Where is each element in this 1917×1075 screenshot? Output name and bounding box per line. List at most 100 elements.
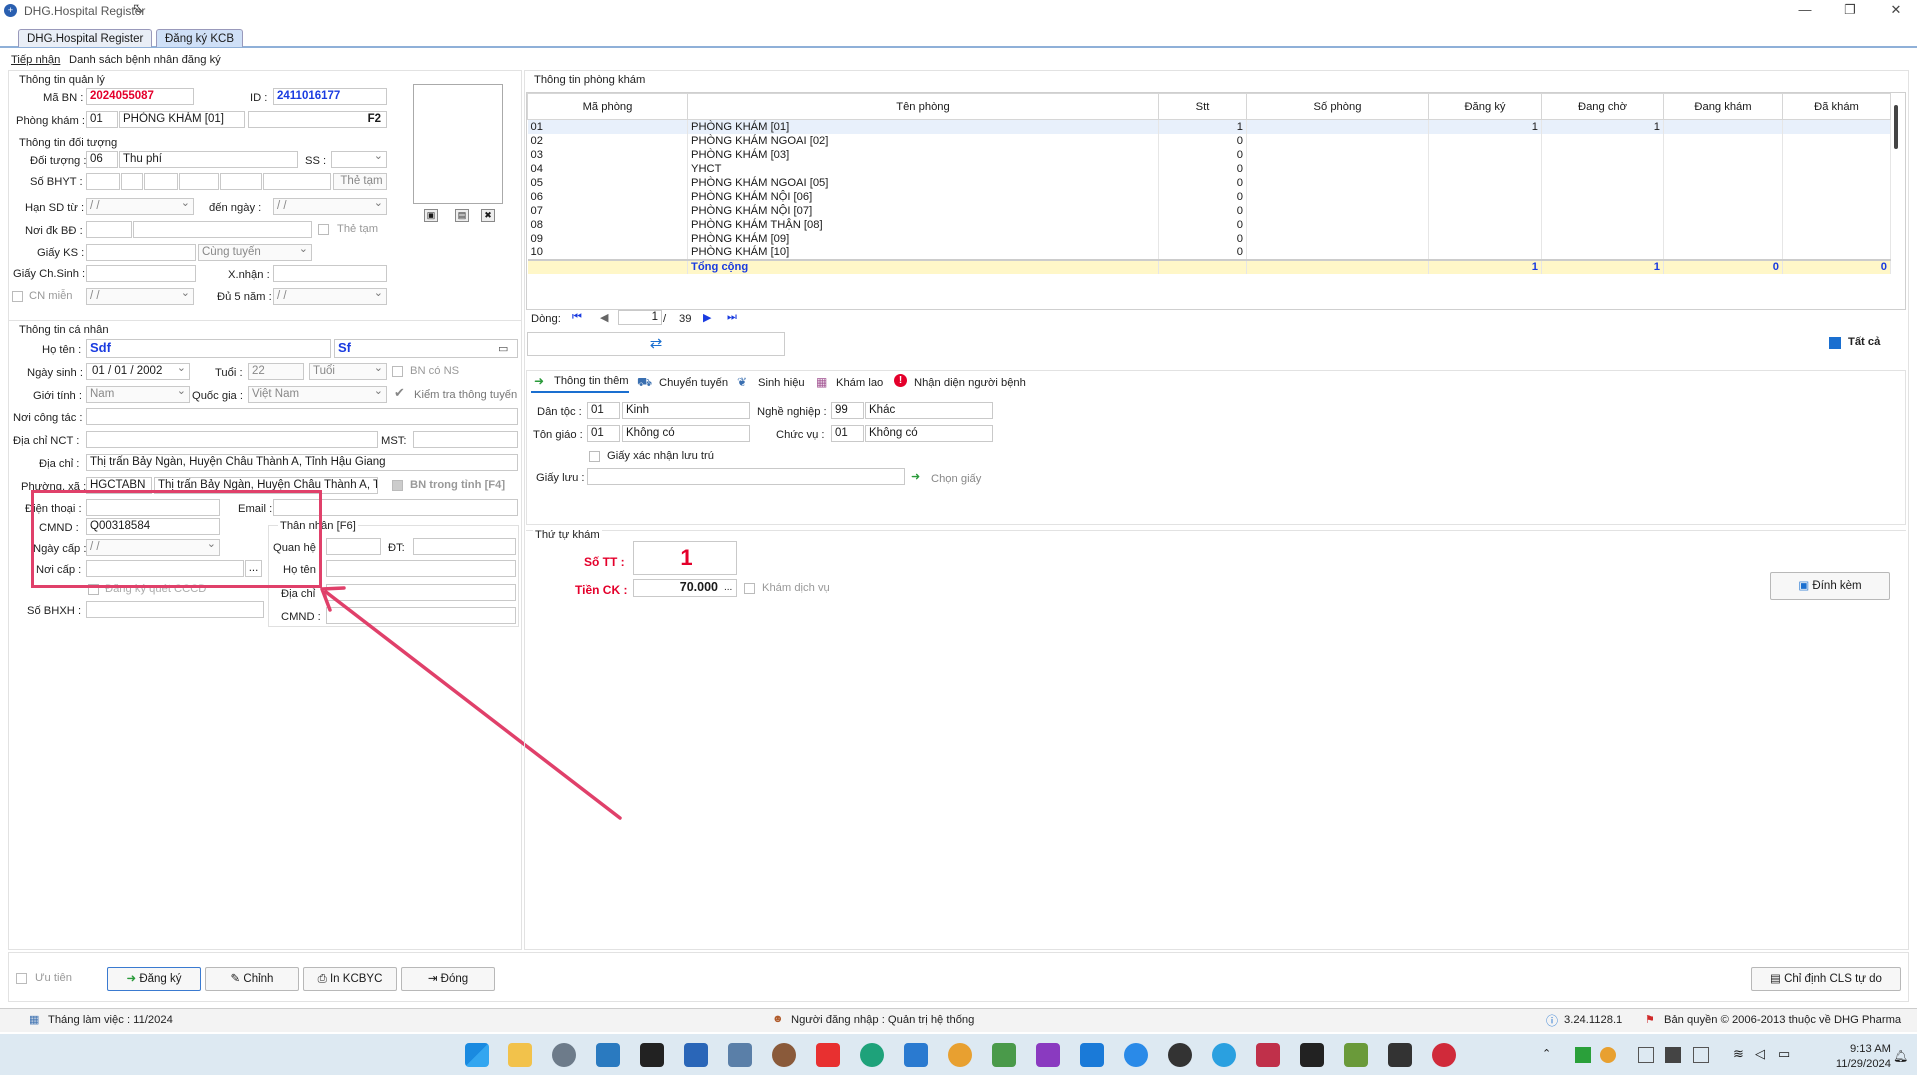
- notepad-icon[interactable]: [992, 1043, 1016, 1067]
- chuc-vu-code-field[interactable]: 01: [831, 425, 864, 442]
- han-sd-from-field[interactable]: / /: [86, 198, 194, 215]
- tray-battery-icon[interactable]: [1665, 1047, 1681, 1063]
- tray-lang-icon[interactable]: [1638, 1047, 1654, 1063]
- so-bhxh-field[interactable]: [86, 601, 264, 618]
- clock-date[interactable]: 11/29/2024: [1821, 1058, 1891, 1070]
- app-s-icon[interactable]: [904, 1043, 928, 1067]
- app-r-icon[interactable]: [1300, 1043, 1324, 1067]
- f2-room-field[interactable]: F2: [248, 111, 387, 128]
- app-red-icon[interactable]: [816, 1043, 840, 1067]
- table-row[interactable]: 04 YHCT 0: [527, 161, 1891, 176]
- table-row[interactable]: 01 PHÒNG KHÁM [01] 1 1 1: [527, 119, 1891, 134]
- search-app-icon[interactable]: [596, 1043, 620, 1067]
- powershell-icon[interactable]: [684, 1043, 708, 1067]
- tien-ck-field[interactable]: 70.000: [633, 579, 737, 597]
- in-kcbyc-button[interactable]: ⎙ In KCBYC: [303, 967, 397, 991]
- chatgpt-icon[interactable]: [1168, 1043, 1192, 1067]
- ma-bn-field[interactable]: 2024055087: [86, 88, 194, 105]
- settings-icon[interactable]: [552, 1043, 576, 1067]
- photo-capture-icon[interactable]: ▣: [424, 209, 438, 222]
- noi-dk-name-field[interactable]: [133, 221, 312, 238]
- keyboard-icon[interactable]: ▭: [498, 342, 508, 355]
- bhyt-part5[interactable]: [220, 173, 262, 190]
- photo-delete-icon[interactable]: ✖: [481, 209, 495, 222]
- ngay-sinh-field[interactable]: 01 / 01 / 2002: [86, 363, 190, 380]
- hospital-app-icon[interactable]: [1432, 1043, 1456, 1067]
- clock-time[interactable]: 9:13 AM: [1837, 1043, 1891, 1055]
- col-stt[interactable]: Stt: [1158, 93, 1247, 120]
- windows-start-icon[interactable]: [465, 1043, 489, 1067]
- chi-dinh-cls-button[interactable]: ▤ Chỉ định CLS tự do: [1751, 967, 1901, 991]
- tab-thong-tin-them[interactable]: Thông tin thêm: [554, 375, 629, 387]
- minimize-button[interactable]: —: [1791, 2, 1819, 20]
- col-ten-phong[interactable]: Tên phòng: [687, 93, 1159, 120]
- nav-prev-icon[interactable]: ◀: [600, 311, 608, 324]
- tab-hospital-register[interactable]: DHG.Hospital Register: [18, 29, 153, 47]
- doi-tuong-code-field[interactable]: 06: [86, 151, 118, 168]
- table-row[interactable]: 10 PHÒNG KHÁM [10] 0: [527, 245, 1891, 260]
- table-row[interactable]: 02 PHÒNG KHÁM NGOAI [02] 0: [527, 133, 1891, 148]
- giay-luu-field[interactable]: [587, 468, 905, 485]
- refresh-button[interactable]: ⇄: [527, 332, 785, 356]
- chon-giay-button[interactable]: Chọn giấy: [931, 473, 981, 485]
- kiem-tra-button[interactable]: Kiểm tra thông tuyến: [414, 389, 517, 401]
- edge-icon[interactable]: [860, 1043, 884, 1067]
- col-dang-cho[interactable]: Đang chờ: [1541, 93, 1664, 120]
- chinh-button[interactable]: ✎ Chỉnh: [205, 967, 299, 991]
- tab-nhan-dien[interactable]: Nhận diện người bệnh: [914, 377, 1026, 389]
- col-da-kham[interactable]: Đã khám: [1782, 93, 1891, 120]
- dong-button[interactable]: ⇥ Đóng: [401, 967, 495, 991]
- xnhan-field[interactable]: [273, 265, 387, 282]
- col-dang-ky[interactable]: Đăng ký: [1428, 93, 1542, 120]
- tab-chuyen-tuyen[interactable]: Chuyển tuyến: [659, 377, 728, 389]
- rooms-scrollbar[interactable]: [1894, 105, 1898, 149]
- ton-giao-code-field[interactable]: 01: [587, 425, 620, 442]
- tat-ca-checkbox[interactable]: [1829, 337, 1841, 349]
- tien-ck-picker[interactable]: ...: [724, 582, 732, 593]
- han-sd-to-field[interactable]: / /: [273, 198, 387, 215]
- tab-dang-ky-kcb[interactable]: Đăng ký KCB: [156, 29, 244, 47]
- nav-first-icon[interactable]: ⏮: [572, 311, 582, 324]
- subtab-tiep-nhan[interactable]: Tiếp nhận: [11, 54, 60, 66]
- tray-chevron-icon[interactable]: ⌃: [1542, 1047, 1551, 1060]
- bn-co-ns-checkbox[interactable]: [392, 366, 403, 377]
- tuoi-unit-select[interactable]: Tuổi: [309, 363, 387, 380]
- table-row[interactable]: 03 PHÒNG KHÁM [03] 0: [527, 147, 1891, 162]
- patient-photo[interactable]: [413, 84, 503, 204]
- close-button[interactable]: ✕: [1882, 2, 1910, 20]
- col-dang-kham[interactable]: Đang khám: [1663, 93, 1783, 120]
- dinh-kem-button[interactable]: ▣ Đính kèm: [1770, 572, 1890, 600]
- cn-mien-date-field[interactable]: / /: [86, 288, 194, 305]
- mst-field[interactable]: [413, 431, 518, 448]
- giay-ks-field[interactable]: [86, 244, 196, 261]
- ho-field[interactable]: Sdf: [86, 339, 331, 358]
- nghe-nghiep-code-field[interactable]: 99: [831, 402, 864, 419]
- the-tam-button[interactable]: Thẻ tạm: [333, 173, 387, 190]
- tray-chrome-icon[interactable]: [1600, 1047, 1616, 1063]
- tab-kham-lao[interactable]: Khám lao: [836, 377, 883, 389]
- telegram-icon[interactable]: [1212, 1043, 1236, 1067]
- table-row[interactable]: 05 PHÒNG KHÁM NGOAI [05] 0: [527, 175, 1891, 190]
- phong-kham-name-field[interactable]: PHÒNG KHÁM [01]: [119, 111, 245, 128]
- so-tt-field[interactable]: 1: [633, 541, 737, 575]
- table-row[interactable]: 07 PHÒNG KHÁM NỘI [07] 0: [527, 203, 1891, 218]
- giay-xac-nhan-checkbox[interactable]: [589, 451, 600, 462]
- dt-field[interactable]: [413, 538, 516, 555]
- subtab-danh-sach[interactable]: Danh sách bệnh nhân đăng ký: [69, 54, 221, 66]
- table-row[interactable]: 09 PHÒNG KHÁM [09] 0: [527, 231, 1891, 246]
- id-field[interactable]: 2411016177: [273, 88, 387, 105]
- tray-h-icon[interactable]: [1575, 1047, 1591, 1063]
- terminal-icon[interactable]: [640, 1043, 664, 1067]
- cmd-icon[interactable]: [1388, 1043, 1412, 1067]
- ton-giao-field[interactable]: Không có: [622, 425, 750, 442]
- wifi-icon[interactable]: ≋: [1733, 1046, 1744, 1062]
- maximize-button[interactable]: ❐: [1836, 2, 1864, 20]
- du5nam-date-field[interactable]: / /: [273, 288, 387, 305]
- nghe-nghiep-field[interactable]: Khác: [865, 402, 993, 419]
- visual-studio-icon[interactable]: [1036, 1043, 1060, 1067]
- col-ma-phong[interactable]: Mã phòng: [527, 93, 688, 120]
- kham-dich-vu-checkbox[interactable]: [744, 583, 755, 594]
- photo-save-icon[interactable]: ▤: [455, 209, 469, 222]
- cn-mien-checkbox[interactable]: [12, 291, 23, 302]
- monitor-icon[interactable]: [728, 1043, 752, 1067]
